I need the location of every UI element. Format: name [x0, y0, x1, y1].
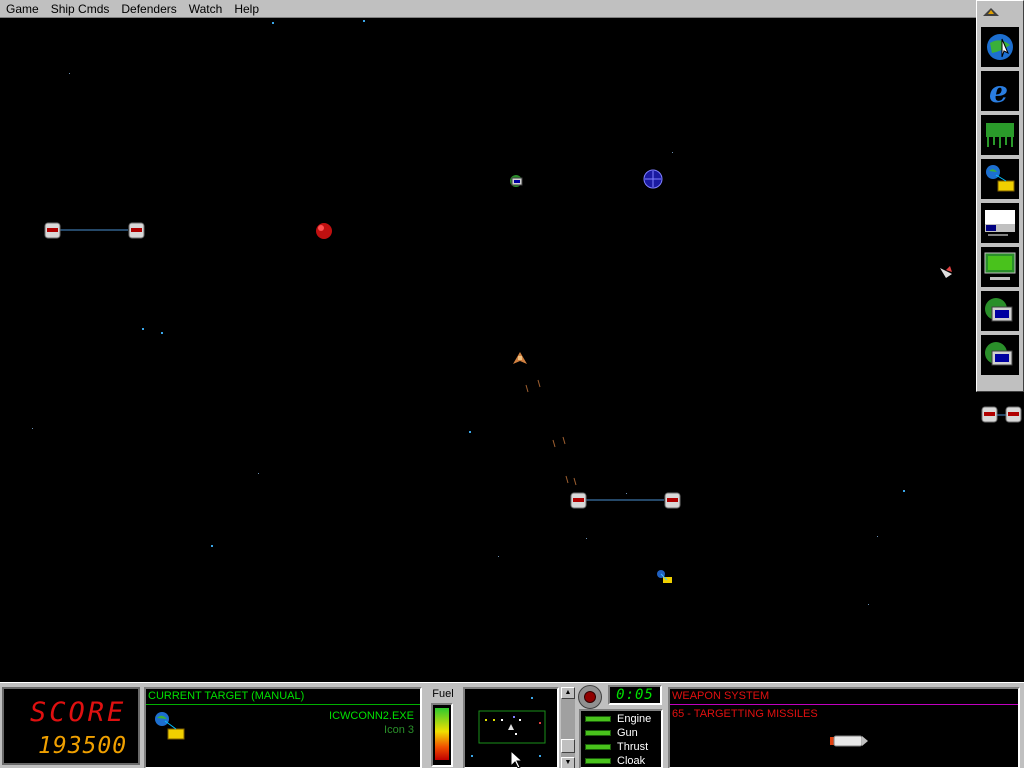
timer-value: 0:05: [616, 687, 654, 703]
target-dialup-icon: [155, 712, 185, 740]
record-button[interactable]: [578, 685, 602, 709]
scroll-thumb[interactable]: [561, 739, 575, 753]
network-neighborhood-icon[interactable]: [981, 115, 1019, 155]
status-thrust: Thrust: [581, 740, 661, 754]
player-ship-icon[interactable]: [513, 352, 527, 364]
engine-led-icon: [585, 716, 611, 722]
internet-explorer-icon[interactable]: e: [981, 71, 1019, 111]
toolbar-ship-icon: [983, 8, 999, 16]
enemy-fighter-icon[interactable]: [940, 266, 952, 278]
status-gun-label: Gun: [617, 727, 638, 739]
status-cloak: Cloak: [581, 754, 661, 768]
menu-help[interactable]: Help: [228, 0, 265, 18]
fuel-level-bar: [435, 708, 449, 760]
menu-game[interactable]: Game: [0, 0, 45, 18]
space-scene: [44, 169, 952, 583]
ship-trail: [525, 379, 577, 486]
red-mine-icon[interactable]: [316, 223, 332, 239]
dialup-enemy-icon[interactable]: [657, 570, 672, 583]
scroll-up-icon[interactable]: ▲: [561, 687, 575, 699]
taskbar-icon[interactable]: [981, 203, 1019, 243]
menu-bar: Game Ship Cmds Defenders Watch Help: [0, 0, 976, 18]
status-engine-label: Engine: [617, 713, 652, 725]
mouse-cursor-icon: [510, 750, 524, 768]
gun-led-icon: [585, 730, 611, 736]
score-value: 193500: [38, 733, 128, 759]
defender-barrier[interactable]: [570, 492, 681, 509]
fuel-label: Fuel: [432, 688, 454, 700]
display-properties-icon[interactable]: [981, 247, 1019, 287]
menu-watch[interactable]: Watch: [183, 0, 229, 18]
dialup-network-icon[interactable]: [981, 159, 1019, 199]
globe-cursor-icon[interactable]: [981, 27, 1019, 67]
score-panel: SCORE 193500: [2, 687, 140, 765]
record-icon: [584, 691, 596, 703]
weapon-header: WEAPON SYSTEM: [670, 689, 1018, 705]
cloak-led-icon: [585, 758, 611, 764]
fuel-panel: Fuel: [427, 687, 459, 768]
target-icon-label: Icon 3: [384, 724, 414, 736]
score-label: SCORE: [30, 697, 127, 728]
missile-icon: [830, 735, 868, 747]
status-gun: Gun: [581, 726, 661, 740]
network-computer-enemy-icon[interactable]: [510, 175, 523, 187]
iconbar-header: [977, 1, 1023, 23]
playfield[interactable]: [0, 18, 976, 682]
weapon-panel: WEAPON SYSTEM 65 - TARGETTING MISSILES: [668, 687, 1020, 768]
target-panel: CURRENT TARGET (MANUAL) ICWCONN2.EXE Ico…: [144, 687, 422, 768]
timer-panel: 0:05: [608, 685, 662, 705]
blue-globe-icon[interactable]: [643, 169, 663, 189]
fuel-gauge: [431, 703, 453, 767]
thrust-led-icon: [585, 744, 611, 750]
status-engine: Engine: [581, 712, 661, 726]
radar-scrollbar[interactable]: ▲ ▼: [561, 687, 575, 768]
status-cloak-label: Cloak: [617, 755, 646, 767]
defender-barrier[interactable]: [44, 222, 145, 239]
svg-text:e: e: [989, 75, 1008, 107]
icon-toolbar: e: [976, 0, 1024, 392]
network-computer-2-icon[interactable]: [981, 335, 1019, 375]
target-name: ICWCONN2.EXE: [329, 710, 414, 722]
status-thrust-label: Thrust: [617, 741, 649, 753]
defender-barrier-offscreen: [981, 406, 1022, 423]
ship-status-panel: Engine Gun Thrust Cloak: [579, 709, 663, 768]
network-computer-icon[interactable]: [981, 291, 1019, 331]
menu-defenders[interactable]: Defenders: [115, 0, 182, 18]
menu-ship-cmds[interactable]: Ship Cmds: [45, 0, 116, 18]
scroll-down-icon[interactable]: ▼: [561, 757, 575, 768]
weapon-selected: 65 - TARGETTING MISSILES: [672, 708, 818, 720]
target-header: CURRENT TARGET (MANUAL): [146, 689, 420, 705]
